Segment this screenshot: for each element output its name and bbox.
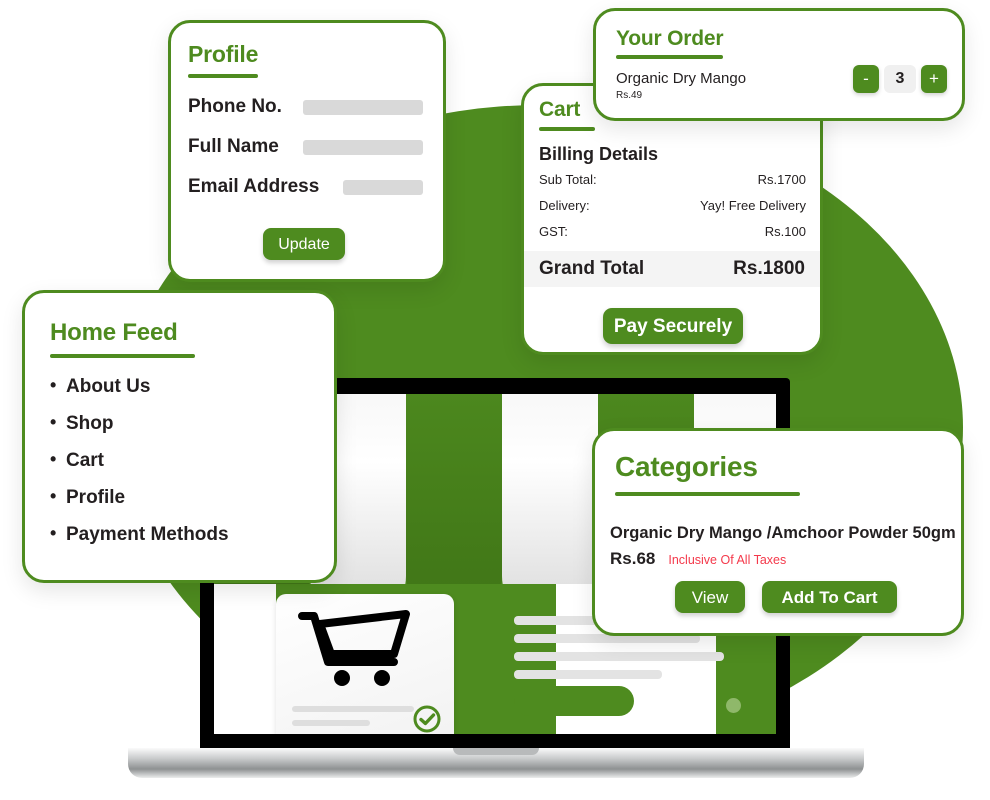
email-input[interactable] bbox=[343, 179, 423, 195]
field-row-phone: Phone No. bbox=[188, 96, 443, 118]
screen-dot-marker bbox=[726, 698, 741, 713]
full-name-input[interactable] bbox=[303, 139, 423, 155]
full-name-field-label: Full Name bbox=[188, 136, 279, 157]
title-underline bbox=[539, 127, 595, 131]
screenshot-stage: Profile Phone No. Full Name Email Addres… bbox=[0, 0, 990, 800]
title-underline bbox=[188, 74, 258, 78]
home-feed-card-title: Home Feed bbox=[50, 319, 178, 346]
gst-value: Rs.100 bbox=[764, 224, 806, 239]
title-underline bbox=[615, 492, 800, 496]
your-order-card-title: Your Order bbox=[616, 27, 724, 50]
phone-input[interactable] bbox=[303, 99, 423, 115]
billing-row-subtotal: Sub Total: Rs.1700 bbox=[539, 172, 806, 187]
feed-item-about-us[interactable]: About Us bbox=[50, 375, 334, 398]
title-underline bbox=[616, 55, 723, 59]
screen-cta-button bbox=[514, 686, 634, 716]
billing-row-gst: GST: Rs.100 bbox=[539, 224, 806, 239]
placeholder-line bbox=[292, 720, 370, 726]
delivery-value: Yay! Free Delivery bbox=[700, 198, 806, 213]
grand-total-label: Grand Total bbox=[539, 258, 645, 279]
laptop-base bbox=[128, 748, 864, 778]
delivery-label: Delivery: bbox=[539, 198, 590, 213]
placeholder-line bbox=[292, 706, 414, 712]
feed-item-shop[interactable]: Shop bbox=[50, 412, 334, 435]
field-row-name: Full Name bbox=[188, 136, 443, 158]
cart-card: Cart Billing Details Sub Total: Rs.1700 … bbox=[521, 83, 823, 355]
profile-card: Profile Phone No. Full Name Email Addres… bbox=[168, 20, 446, 282]
add-to-cart-button[interactable]: Add To Cart bbox=[762, 581, 897, 613]
profile-card-title: Profile bbox=[188, 41, 259, 67]
quantity-value[interactable]: 3 bbox=[884, 65, 916, 93]
billing-details-heading: Billing Details bbox=[539, 144, 659, 164]
product-price-row: Rs.68 Inclusive Of All Taxes bbox=[610, 549, 786, 569]
product-name: Organic Dry Mango /Amchoor Powder 50gm bbox=[610, 524, 956, 542]
laptop-notch bbox=[453, 748, 539, 755]
home-feed-card: Home Feed About Us Shop Cart Profile Pay… bbox=[22, 290, 337, 583]
tax-note: Inclusive Of All Taxes bbox=[668, 553, 787, 567]
screen-product-card bbox=[276, 594, 454, 734]
grand-total-value: Rs.1800 bbox=[733, 258, 805, 279]
feed-item-cart[interactable]: Cart bbox=[50, 449, 334, 472]
email-field-label: Email Address bbox=[188, 176, 320, 197]
quantity-stepper: - 3 + bbox=[853, 65, 947, 93]
placeholder-line bbox=[514, 652, 724, 661]
home-feed-list: About Us Shop Cart Profile Payment Metho… bbox=[25, 375, 334, 546]
pay-securely-button[interactable]: Pay Securely bbox=[603, 308, 743, 344]
phone-field-label: Phone No. bbox=[188, 96, 282, 117]
shopping-cart-icon bbox=[298, 610, 410, 686]
subtotal-label: Sub Total: bbox=[539, 172, 597, 187]
your-order-card: Your Order Organic Dry Mango Rs.49 - 3 + bbox=[593, 8, 965, 121]
placeholder-line bbox=[514, 670, 662, 679]
categories-card: Categories Organic Dry Mango /Amchoor Po… bbox=[592, 428, 964, 636]
quantity-increment-button[interactable]: + bbox=[921, 65, 947, 93]
update-button[interactable]: Update bbox=[263, 228, 345, 260]
check-circle-icon bbox=[413, 705, 441, 733]
title-underline bbox=[50, 354, 195, 358]
categories-card-title: Categories bbox=[615, 451, 758, 482]
view-button[interactable]: View bbox=[675, 581, 745, 613]
gst-label: GST: bbox=[539, 224, 568, 239]
feed-item-payment-methods[interactable]: Payment Methods bbox=[50, 523, 334, 546]
quantity-decrement-button[interactable]: - bbox=[853, 65, 879, 93]
order-item-name: Organic Dry Mango bbox=[616, 70, 747, 87]
product-price: Rs.68 bbox=[610, 549, 656, 568]
subtotal-value: Rs.1700 bbox=[757, 172, 806, 187]
billing-row-delivery: Delivery: Yay! Free Delivery bbox=[539, 198, 806, 213]
grand-total-row: Grand Total Rs.1800 bbox=[524, 251, 820, 287]
field-row-email: Email Address bbox=[188, 176, 443, 198]
order-item-price: Rs.49 bbox=[616, 90, 643, 101]
feed-item-profile[interactable]: Profile bbox=[50, 486, 334, 509]
